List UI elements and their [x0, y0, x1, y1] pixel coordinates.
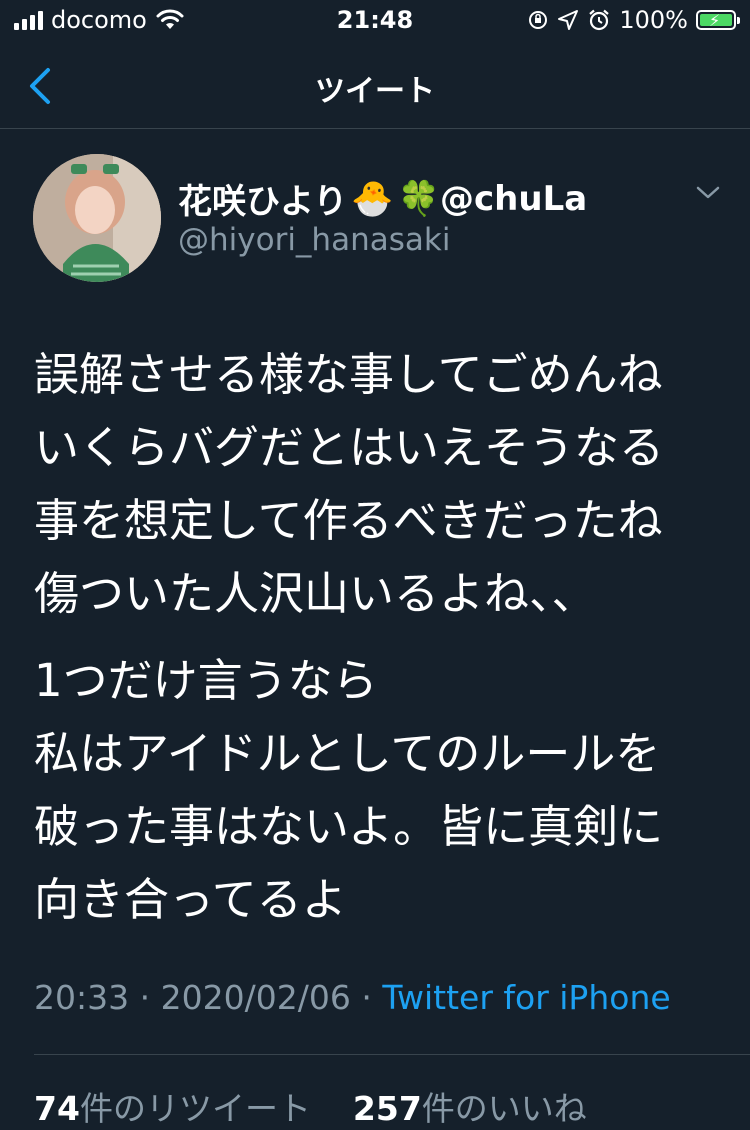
tweet-time: 20:33	[34, 978, 130, 1017]
retweets-stat[interactable]: 74件のリツイート	[34, 1089, 311, 1128]
navigation-bar: ツイート	[0, 44, 750, 129]
tweet-paragraph: 誤解させる様な事してごめんね いくらバグだとはいえそうなる 事を想定して作るべき…	[34, 338, 734, 630]
display-name-suffix: @chuLa	[440, 178, 588, 219]
like-count: 257	[352, 1089, 422, 1128]
tweet-line: 私はアイドルとしてのルールを	[34, 727, 661, 780]
four-leaf-clover-emoji: 🍀	[397, 178, 441, 219]
status-bar: docomo 21:48 100% ⚡	[0, 0, 750, 44]
hatching-chick-emoji: 🐣	[351, 178, 394, 219]
tweet-text: 誤解させる様な事してごめんね いくらバグだとはいえそうなる 事を想定して作るべき…	[34, 338, 734, 936]
tweet-line: 向き合ってるよ	[34, 873, 347, 926]
avatar[interactable]	[33, 154, 161, 282]
display-name: 花咲ひより	[178, 182, 348, 222]
tweet-line: 破った事はないよ。皆に真剣に	[34, 800, 664, 853]
alarm-icon	[589, 9, 610, 31]
location-icon	[558, 10, 579, 30]
tweet-line: 1つだけ言うなら	[34, 654, 378, 707]
tweet-paragraph: 1つだけ言うなら 私はアイドルとしてのルールを 破った事はないよ。皆に真剣に 向…	[34, 644, 734, 936]
retweet-count: 74	[34, 1089, 80, 1128]
tweet-source-link[interactable]: Twitter for iPhone	[382, 978, 670, 1017]
divider	[34, 1054, 750, 1055]
tweet-meta: 20:33 · 2020/02/06 · Twitter for iPhone	[34, 978, 671, 1017]
status-right: 100% ⚡	[527, 6, 740, 34]
meta-separator: ·	[139, 978, 151, 1017]
tweet-line: 事を想定して作るべきだったね	[34, 494, 663, 547]
battery-percent: 100%	[619, 6, 688, 34]
tweet-line: 傷ついた人沢山いるよね、、	[34, 567, 597, 620]
tweet-line: いくらバグだとはいえそうなる	[34, 421, 665, 474]
like-label: 件のいいね	[421, 1089, 587, 1128]
tweet-line: 誤解させる様な事してごめんね	[34, 348, 663, 401]
display-name-row[interactable]: 花咲ひより 🐣 🍀 @chuLa	[178, 174, 587, 223]
battery-icon: ⚡	[696, 10, 740, 30]
retweet-label: 件のリツイート	[79, 1089, 311, 1128]
likes-stat[interactable]: 257件のいいね	[353, 1089, 587, 1128]
tweet-date: 2020/02/06	[160, 978, 351, 1017]
orientation-lock-icon	[529, 11, 548, 29]
tweet-stats: 74件のリツイート 257件のいいね	[34, 1082, 587, 1130]
user-handle[interactable]: @hiyori_hanasaki	[178, 222, 450, 258]
page-title: ツイート	[315, 74, 435, 109]
chevron-down-icon[interactable]	[694, 184, 722, 202]
meta-separator: ·	[361, 978, 372, 1017]
avatar-photo	[33, 154, 161, 282]
